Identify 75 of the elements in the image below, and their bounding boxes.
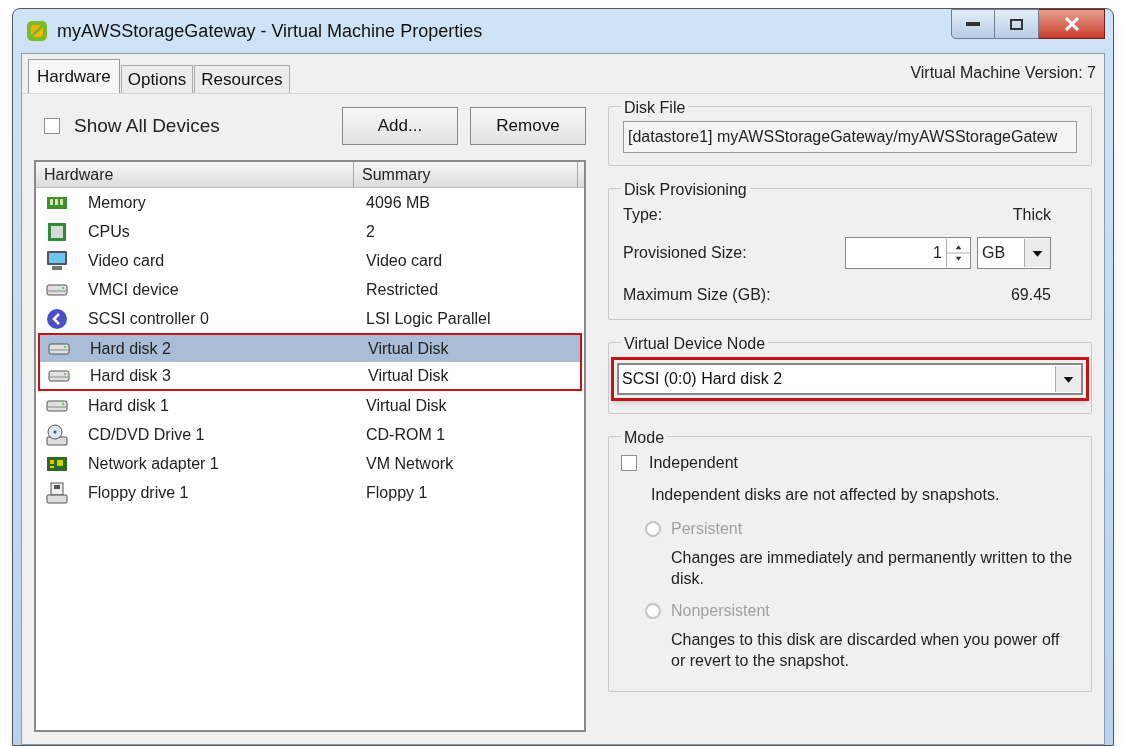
close-button[interactable] [1039,9,1105,39]
caret-icon [1055,366,1081,392]
hardware-summary: 2 [365,221,375,242]
close-icon [1063,17,1080,31]
vm-version-label: Virtual Machine Version: 7 [910,63,1096,83]
hardware-name: Memory [88,192,146,213]
checkbox-label: Show All Devices [74,113,220,138]
hardware-name: SCSI controller 0 [88,308,209,329]
hardware-row[interactable]: Floppy drive 1 Floppy 1 [38,478,582,507]
hardware-row[interactable]: Video card Video card [38,246,582,275]
tab[interactable]: Options [120,65,194,93]
monitor-icon [46,249,68,272]
minimize-icon [966,22,980,26]
hardware-summary: VM Network [365,453,454,474]
radio-label: Nonpersistent [671,601,770,621]
caret-icon [1024,239,1050,267]
hardware-name: Hard disk 3 [90,365,171,386]
size-spinner[interactable]: 1 [845,237,971,269]
disk-file-field[interactable]: [datastore1] myAWSStorageGateway/myAWSStorageGatew [623,121,1077,153]
window-title: myAWSStorageGateway - Virtual Machine Properties [57,19,483,43]
hardware-summary: Floppy 1 [365,482,428,503]
minimize-button[interactable] [951,9,995,39]
hardware-row[interactable]: Memory 4096 MB [38,188,582,217]
hardware-summary: CD-ROM 1 [365,424,446,445]
chip-icon [46,220,68,243]
hardware-row[interactable]: Hard disk 3 Virtual Disk [38,362,582,391]
app-icon [25,19,49,43]
maximum-size-value: 69.45 [1010,285,1051,305]
hardware-summary: Virtual Disk [367,338,449,359]
hardware-name: Hard disk 1 [88,395,169,416]
hardware-row[interactable]: SCSI controller 0 LSI Logic Parallel [38,304,582,333]
checkbox[interactable] [44,118,60,134]
maximize-icon [1010,18,1023,30]
hardware-row[interactable]: Network adapter 1 VM Network [38,449,582,478]
floppy-drive-icon [46,481,68,504]
hardware-name: Hard disk 2 [90,338,171,359]
hardware-name: CD/DVD Drive 1 [88,424,205,445]
maximum-size-label: Maximum Size (GB): [623,285,771,305]
column-header[interactable]: Summary [354,162,578,187]
hardware-row[interactable]: CPUs 2 [38,217,582,246]
maximize-button[interactable] [995,9,1039,39]
tab[interactable]: Resources [194,65,290,93]
hardware-name: CPUs [88,221,130,242]
type-value: Thick [1012,205,1051,225]
add-button[interactable]: Add... [342,107,458,145]
hardware-summary: Video card [365,250,443,271]
option-description: Changes are immediately and permanently written to the disk. [671,548,1074,589]
hardware-row[interactable]: Hard disk 1 Virtual Disk [38,391,582,420]
hardware-summary: Virtual Disk [365,395,447,416]
hardware-summary: 4096 MB [365,192,431,213]
remove-button[interactable]: Remove [470,107,586,145]
checkbox[interactable] [621,455,637,471]
hardware-name: Video card [88,250,165,271]
type-label: Type: [623,205,663,225]
hardware-name: Floppy drive 1 [88,482,189,503]
device-node-dropdown[interactable]: SCSI (0:0) Hard disk 2 [611,357,1089,401]
scsi-icon [46,307,68,330]
hardware-name: VMCI device [88,279,179,300]
hardware-summary: LSI Logic Parallel [365,308,491,329]
checkbox-label: Independent [649,453,738,473]
spinner-arrows-icon[interactable] [946,239,970,267]
hardware-name: Network adapter 1 [88,453,219,474]
hardware-row[interactable]: Hard disk 2 Virtual Disk [38,333,582,362]
tab[interactable]: Hardware [28,59,120,93]
unit-dropdown[interactable]: GB [977,237,1051,269]
hardware-row[interactable]: VMCI device Restricted [38,275,582,304]
provisioned-size-label: Provisioned Size: [623,243,747,263]
mode-note: Independent disks are not affected by snapshots. [651,485,1001,505]
radio-label: Persistent [671,519,743,539]
cd-drive-icon [46,423,68,446]
column-header[interactable]: Hardware [36,162,354,187]
option-description: Changes to this disk are discarded when you power off or revert to the snapshot. [671,630,1061,671]
hardware-row[interactable]: CD/DVD Drive 1 CD-ROM 1 [38,420,582,449]
hardware-summary: Virtual Disk [367,365,449,386]
hardware-summary: Restricted [365,279,439,300]
